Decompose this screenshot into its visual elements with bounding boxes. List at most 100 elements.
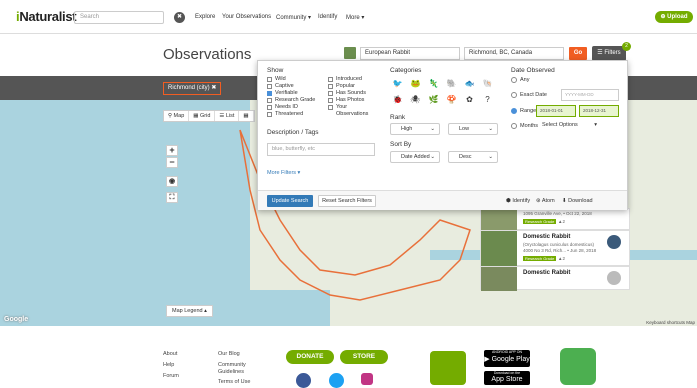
identify-link[interactable]: ⬢ Identify <box>506 198 530 204</box>
nav-community[interactable]: Community ▾ <box>276 14 311 21</box>
fish-icon[interactable]: 🐟 <box>462 78 477 90</box>
checkbox[interactable] <box>267 90 272 96</box>
filter-introduced[interactable]: Introduced <box>328 76 362 82</box>
footer-link-community[interactable]: Community <box>218 362 246 368</box>
sort-order-select[interactable]: Desc ⌄ <box>448 151 498 163</box>
exact-date-input[interactable]: YYYY-MM-DD <box>561 89 619 101</box>
observation-card[interactable]: Domestic Rabbit <box>480 266 630 291</box>
footer-link-terms[interactable]: Terms of Use <box>218 379 250 385</box>
instagram-icon[interactable] <box>361 373 373 385</box>
place-search-input[interactable]: Richmond, BC, Canada <box>464 47 564 60</box>
rank-high-select[interactable]: High ⌄ <box>390 123 440 135</box>
go-button[interactable]: Go <box>569 47 587 60</box>
footer-link-forum[interactable]: Forum <box>163 373 179 379</box>
date-range-radio[interactable]: Range <box>511 108 536 114</box>
checkbox[interactable] <box>328 76 333 82</box>
plants-icon[interactable]: 🌿 <box>426 94 441 106</box>
download-link[interactable]: ⬇ Download <box>562 198 593 204</box>
twitter-icon[interactable] <box>329 373 344 388</box>
filter-has-photos[interactable]: Has Photos <box>328 97 364 103</box>
checkbox[interactable] <box>267 104 272 110</box>
checkbox[interactable] <box>267 97 272 103</box>
footer-link-guidelines[interactable]: Guidelines <box>218 369 244 375</box>
checkbox[interactable] <box>328 90 333 96</box>
observation-card[interactable]: 1095 Granville Ave, • Oct 22, 2018 Resea… <box>480 208 630 231</box>
search-clear-icon[interactable]: ✖ <box>174 12 185 23</box>
range-end-input[interactable]: 2018-12-31 <box>579 105 619 117</box>
filter-verifiable[interactable]: Verifiable <box>267 90 298 96</box>
footer-link-blog[interactable]: Our Blog <box>218 351 240 357</box>
more-filters-link[interactable]: More Filters ▾ <box>267 170 300 176</box>
checkbox[interactable] <box>267 83 272 89</box>
rank-low-select[interactable]: Low ⌄ <box>448 123 498 135</box>
map-view-toggle[interactable]: ⚲ Map ▦ Grid ☰ List ▦ <box>163 110 255 122</box>
locate-icon[interactable]: ◉ <box>166 176 178 187</box>
observer-avatar[interactable] <box>607 271 621 285</box>
months-select[interactable]: Select Options ▾ <box>539 120 601 132</box>
fullscreen-icon[interactable]: ⛶ <box>166 192 178 203</box>
checkbox[interactable] <box>328 97 333 103</box>
nav-more[interactable]: More ▾ <box>346 14 364 21</box>
zoom-out-button[interactable]: − <box>166 157 178 168</box>
inaturalist-app-logo[interactable] <box>430 351 466 385</box>
donate-button[interactable]: DONATE <box>286 350 334 364</box>
footer-link-help[interactable]: Help <box>163 362 174 368</box>
filters-button[interactable]: ☰ Filters <box>592 46 626 61</box>
seek-app-logo[interactable] <box>560 348 596 385</box>
view-grid-tab[interactable]: ▦ Grid <box>189 111 216 121</box>
birds-icon[interactable]: 🐦 <box>390 78 405 90</box>
reset-search-filters-button[interactable]: Reset Search Filters <box>318 195 376 207</box>
checkbox[interactable] <box>328 104 333 110</box>
date-exact-radio[interactable]: Exact Date <box>511 92 547 98</box>
place-chip[interactable]: Richmond (city) ✖ <box>163 82 222 95</box>
site-search-input[interactable]: Search <box>74 11 164 24</box>
inaturalist-logo[interactable]: iNaturalist <box>16 9 77 24</box>
sort-by-select[interactable]: Date Added ⌄ <box>390 151 440 163</box>
nav-identify[interactable]: Identify <box>318 14 337 20</box>
nav-your-observations[interactable]: Your Observations <box>222 14 271 20</box>
observation-location: 4000 No 3 Rd, Rich... • Jun 28, 2018 <box>523 248 597 253</box>
filter-needs-id[interactable]: Needs ID <box>267 104 298 110</box>
app-store-badge[interactable]: Download on the App Store <box>484 371 530 385</box>
view-map-tab[interactable]: ⚲ Map <box>164 111 190 121</box>
taxon-search-input[interactable]: European Rabbit <box>360 47 460 60</box>
upload-button[interactable]: ⊕ Upload <box>655 11 693 23</box>
view-other-tab[interactable]: ▦ <box>239 111 254 121</box>
checkbox[interactable] <box>267 111 272 117</box>
filter-threatened[interactable]: Threatened <box>267 111 303 117</box>
arachnids-icon[interactable]: 🕷 <box>408 94 423 106</box>
zoom-in-button[interactable]: + <box>166 145 178 156</box>
google-play-badge[interactable]: ANDROID APP ON ▶ Google Play <box>484 350 530 367</box>
amphibians-icon[interactable]: 🐸 <box>408 78 423 90</box>
filter-has-sounds[interactable]: Has Sounds <box>328 90 366 96</box>
footer-link-about[interactable]: About <box>163 351 177 357</box>
date-months-radio[interactable]: Months <box>511 123 538 129</box>
view-list-tab[interactable]: ☰ List <box>215 111 240 121</box>
store-button[interactable]: STORE <box>340 350 388 364</box>
filter-research-grade[interactable]: Research Grade <box>267 97 315 103</box>
filter-captive[interactable]: Captive <box>267 83 294 89</box>
observer-avatar[interactable] <box>607 235 621 249</box>
mollusks-icon[interactable]: 🐚 <box>480 78 495 90</box>
atom-link[interactable]: ⊛ Atom <box>536 198 555 204</box>
page-title: Observations <box>163 46 252 63</box>
update-search-button[interactable]: Update Search <box>267 195 313 207</box>
checkbox[interactable] <box>328 83 333 89</box>
reptiles-icon[interactable]: 🦎 <box>426 78 441 90</box>
fungi-icon[interactable]: 🍄 <box>444 94 459 106</box>
range-start-input[interactable]: 2018-01-01 <box>536 105 576 117</box>
insects-icon[interactable]: 🐞 <box>390 94 405 106</box>
mammals-icon[interactable]: 🐘 <box>444 78 459 90</box>
description-tags-input[interactable]: blue, butterfly, etc <box>267 143 375 156</box>
checkbox[interactable] <box>267 76 272 82</box>
nav-explore[interactable]: Explore <box>195 14 215 20</box>
filter-popular[interactable]: Popular <box>328 83 355 89</box>
filter-wild[interactable]: Wild <box>267 76 286 82</box>
map-legend-button[interactable]: Map Legend ▴ <box>166 305 213 317</box>
protozoans-icon[interactable]: ✿ <box>462 94 477 106</box>
observation-card[interactable]: Domestic Rabbit (Oryctolagus cuniculus d… <box>480 230 630 267</box>
filter-your-observations[interactable]: Your <box>328 104 347 110</box>
unknown-icon[interactable]: ? <box>480 94 495 106</box>
facebook-icon[interactable] <box>296 373 311 388</box>
date-any-radio[interactable]: Any <box>511 77 529 83</box>
